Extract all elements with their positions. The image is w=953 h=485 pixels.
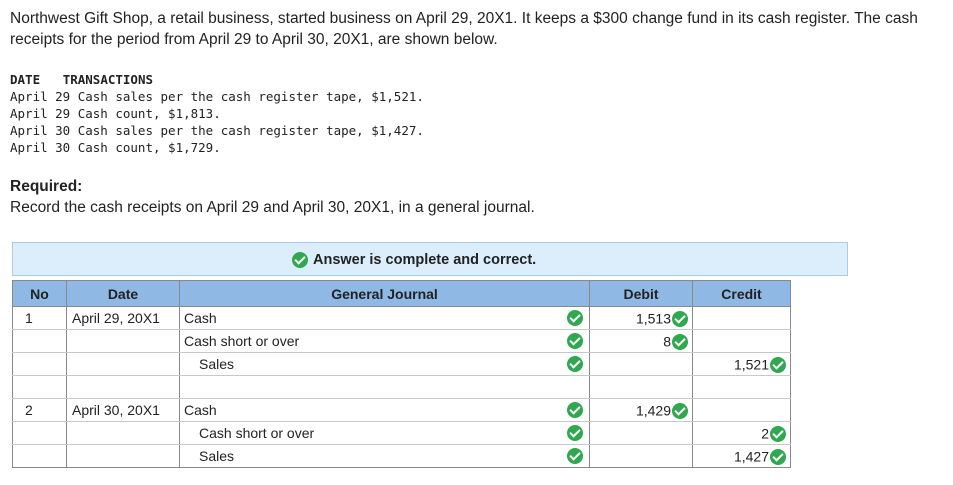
- debit-input[interactable]: [589, 375, 693, 399]
- header-no: No: [12, 280, 67, 307]
- account-name: Cash: [184, 402, 217, 418]
- check-circle-icon: [770, 356, 786, 373]
- date-select[interactable]: [66, 329, 180, 353]
- date-select[interactable]: April 29, 20X1: [66, 306, 180, 330]
- required-text: Record the cash receipts on April 29 and…: [10, 199, 535, 216]
- check-circle-icon: [770, 425, 786, 442]
- check-circle-icon: [567, 310, 583, 326]
- date-select[interactable]: [66, 444, 180, 468]
- credit-input[interactable]: [692, 375, 791, 399]
- problem-intro: Northwest Gift Shop, a retail business, …: [10, 10, 918, 48]
- entry-number: [12, 375, 67, 399]
- date-select[interactable]: [66, 352, 180, 376]
- entry-number: 2: [12, 398, 67, 422]
- account-name: Cash short or over: [199, 425, 315, 441]
- check-circle-icon: [567, 402, 583, 418]
- required-label: Required:: [10, 178, 83, 195]
- date-select[interactable]: [66, 375, 180, 399]
- debit-input[interactable]: [589, 352, 693, 376]
- table-row: 1 April 29, 20X1 Cash 1,513: [12, 306, 791, 330]
- account-name: Sales: [199, 356, 235, 372]
- check-circle-icon: [567, 356, 583, 372]
- check-circle-icon: [567, 425, 583, 441]
- check-circle-icon: [292, 252, 308, 268]
- debit-input[interactable]: [589, 421, 693, 445]
- table-header-row: No Date General Journal Debit Credit: [12, 280, 791, 307]
- account-select[interactable]: Cash: [179, 306, 590, 330]
- credit-input[interactable]: [692, 398, 791, 422]
- transactions-header-label: TRANSACTIONS: [62, 72, 153, 87]
- table-row: Sales 1,427: [12, 444, 791, 468]
- account-select[interactable]: Sales: [179, 352, 590, 376]
- transaction-line: April 29 Cash sales per the cash registe…: [10, 89, 424, 104]
- check-circle-icon: [567, 333, 583, 349]
- date-select[interactable]: [66, 421, 180, 445]
- table-row: 2 April 30, 20X1 Cash 1,429: [12, 398, 791, 422]
- header-general-journal: General Journal: [179, 280, 590, 307]
- transactions-block: DATE TRANSACTIONS April 29 Cash sales pe…: [10, 71, 424, 156]
- account-name: Sales: [199, 448, 235, 464]
- account-name: Cash: [184, 310, 217, 326]
- account-select[interactable]: Cash short or over: [179, 329, 590, 353]
- entry-number: [12, 444, 67, 468]
- table-row: Cash short or over 2: [12, 421, 791, 445]
- debit-value: 1,429: [635, 402, 671, 419]
- table-row: [12, 375, 791, 399]
- credit-value: 1,521: [733, 356, 769, 373]
- entry-number: [12, 329, 67, 353]
- entry-number: [12, 352, 67, 376]
- transactions-header-date: DATE: [10, 72, 41, 87]
- header-credit: Credit: [692, 280, 791, 307]
- header-debit: Debit: [589, 280, 693, 307]
- header-date: Date: [66, 280, 180, 307]
- credit-input[interactable]: 1,427: [692, 444, 791, 468]
- credit-input[interactable]: [692, 306, 791, 330]
- transaction-line: April 29 Cash count, $1,813.: [10, 106, 221, 121]
- check-circle-icon: [672, 333, 688, 350]
- account-name: Cash short or over: [184, 333, 300, 349]
- account-select[interactable]: Cash short or over: [179, 421, 590, 445]
- general-journal-table: No Date General Journal Debit Credit 1 A…: [12, 280, 791, 468]
- debit-value: 1,513: [635, 310, 671, 327]
- debit-input[interactable]: 8: [589, 329, 693, 353]
- credit-value: 2: [761, 425, 769, 442]
- credit-input[interactable]: 2: [692, 421, 791, 445]
- debit-input[interactable]: 1,429: [589, 398, 693, 422]
- transaction-line: April 30 Cash sales per the cash registe…: [10, 123, 424, 138]
- date-select[interactable]: April 30, 20X1: [66, 398, 180, 422]
- credit-input[interactable]: [692, 329, 791, 353]
- answer-status-text: Answer is complete and correct.: [313, 252, 537, 268]
- account-select[interactable]: Cash: [179, 398, 590, 422]
- debit-input[interactable]: [589, 444, 693, 468]
- check-circle-icon: [672, 310, 688, 327]
- credit-value: 1,427: [733, 448, 769, 465]
- account-select[interactable]: [179, 375, 590, 399]
- check-circle-icon: [567, 448, 583, 464]
- answer-status-banner: Answer is complete and correct.: [12, 242, 848, 276]
- credit-input[interactable]: 1,521: [692, 352, 791, 376]
- debit-value: 8: [663, 333, 671, 350]
- transaction-line: April 30 Cash count, $1,729.: [10, 140, 221, 155]
- check-circle-icon: [770, 448, 786, 465]
- entry-number: [12, 421, 67, 445]
- required-section: Required: Record the cash receipts on Ap…: [10, 176, 535, 218]
- debit-input[interactable]: 1,513: [589, 306, 693, 330]
- table-row: Cash short or over 8: [12, 329, 791, 353]
- check-circle-icon: [672, 402, 688, 419]
- table-row: Sales 1,521: [12, 352, 791, 376]
- entry-number: 1: [12, 306, 67, 330]
- account-select[interactable]: Sales: [179, 444, 590, 468]
